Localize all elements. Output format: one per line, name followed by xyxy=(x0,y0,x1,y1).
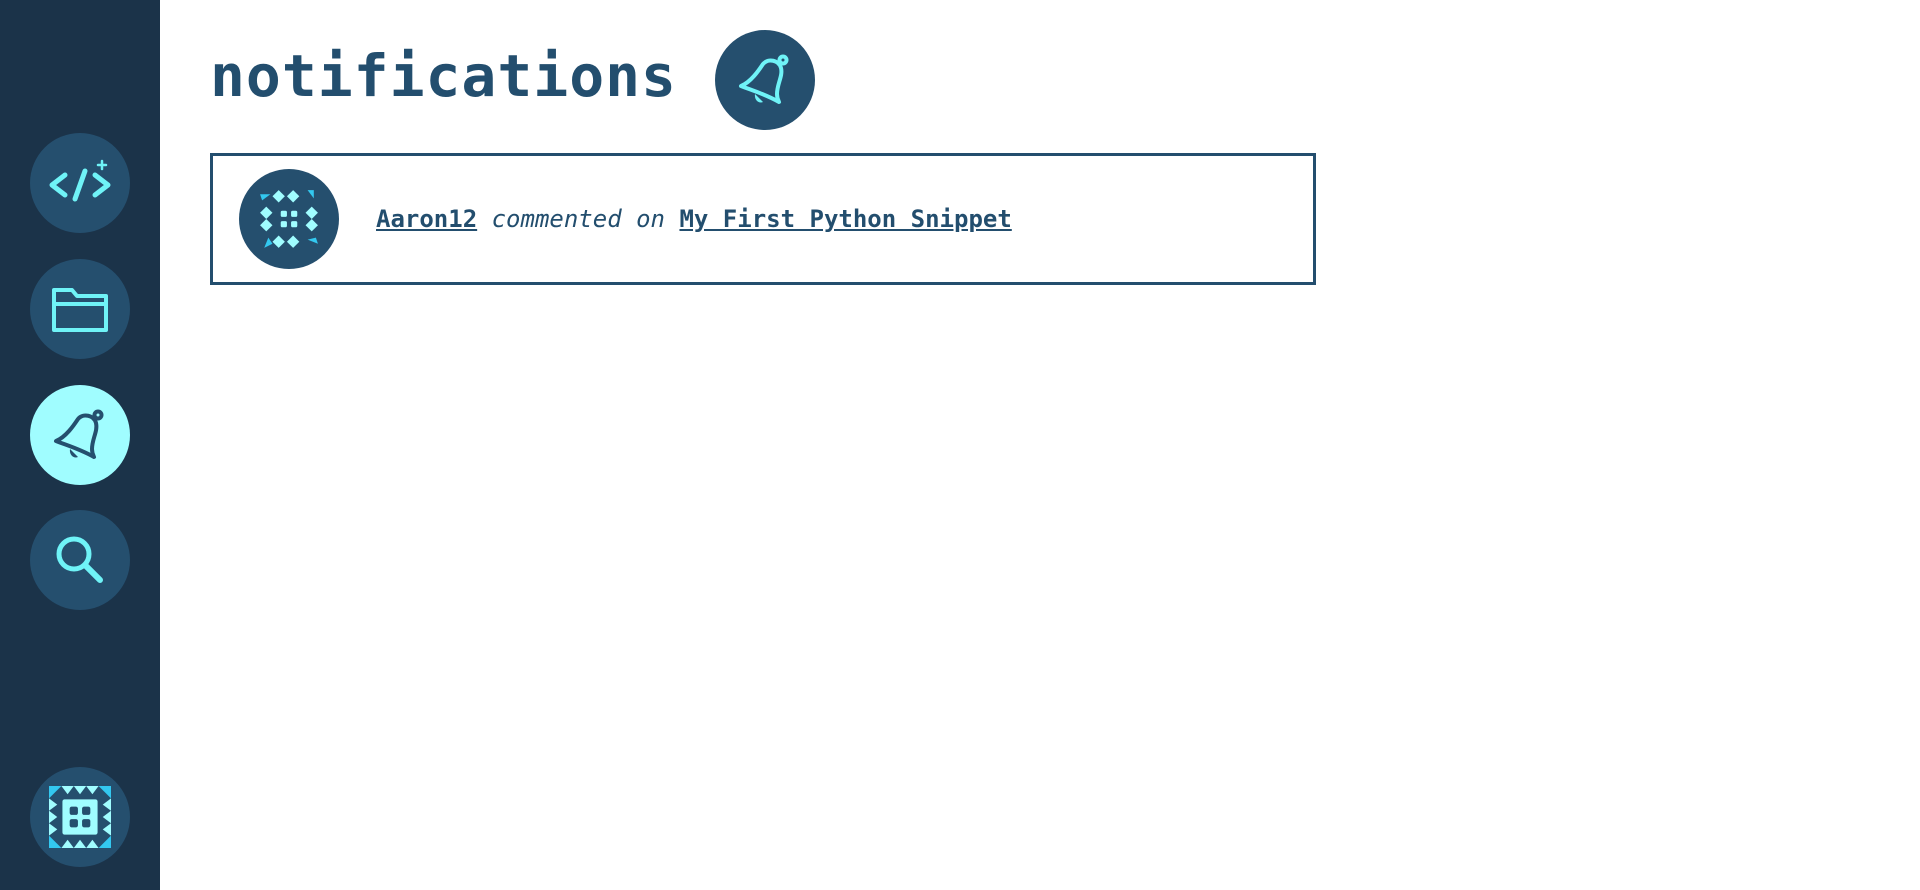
folder-icon xyxy=(52,288,108,332)
new-snippet-icon xyxy=(49,159,111,202)
profile-avatar-button[interactable] xyxy=(30,767,130,867)
notification-avatar[interactable] xyxy=(239,169,339,269)
nav-search-button[interactable] xyxy=(30,510,130,610)
title-row: notifications xyxy=(210,28,815,132)
notification-item[interactable]: Aaron12 commented on My First Python Sni… xyxy=(210,153,1316,285)
nav-notifications-button[interactable] xyxy=(30,385,130,485)
identicon-avatar xyxy=(260,190,318,248)
main-content: notifications Aaron12 commented on My Fi… xyxy=(160,0,1920,890)
notification-action: commented on xyxy=(491,205,665,233)
page-title: notifications xyxy=(210,42,677,110)
identicon-avatar xyxy=(49,786,111,848)
title-bell-badge xyxy=(714,30,815,130)
bell-icon xyxy=(738,54,789,104)
notification-user-link[interactable]: Aaron12 xyxy=(376,205,477,233)
notification-text: Aaron12 commented on My First Python Sni… xyxy=(376,205,1012,233)
nav-folder-button[interactable] xyxy=(30,259,130,359)
bell-icon xyxy=(54,409,104,459)
sidebar xyxy=(0,0,160,890)
search-icon xyxy=(56,536,103,583)
notification-target-link[interactable]: My First Python Snippet xyxy=(679,205,1011,233)
nav-new-snippet-button[interactable] xyxy=(30,133,130,233)
